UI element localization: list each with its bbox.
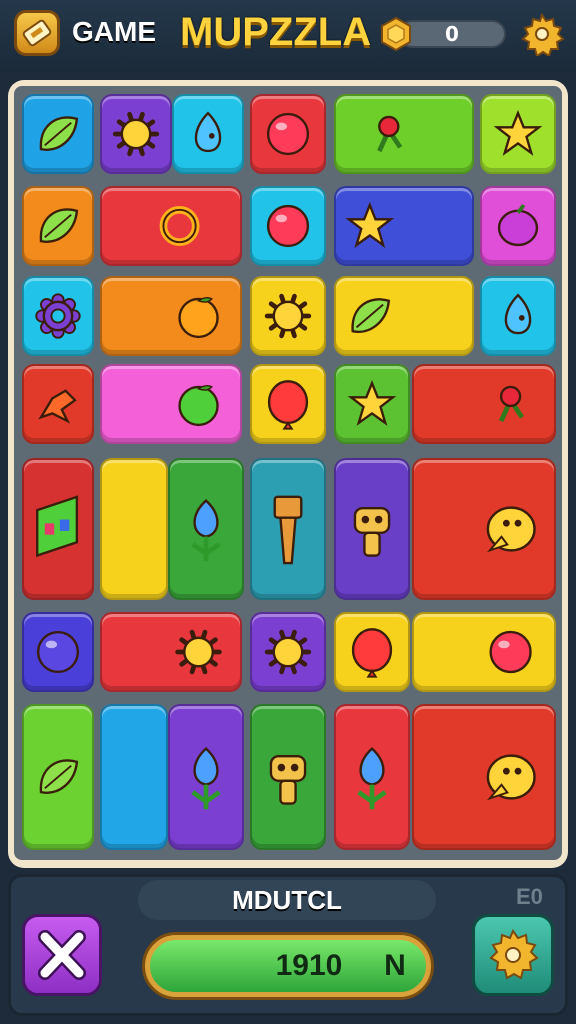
- puzzle-tile[interactable]: [480, 186, 556, 266]
- puzzle-tile[interactable]: [334, 704, 410, 850]
- apple-icon: [178, 384, 219, 427]
- puzzle-tile[interactable]: [100, 364, 242, 444]
- bird-icon: [38, 389, 77, 424]
- cherry-icon: [377, 115, 403, 153]
- sun-icon: [112, 111, 160, 157]
- ball-icon: [489, 630, 532, 674]
- puzzle-tile[interactable]: [250, 364, 326, 444]
- berry-icon: [497, 204, 539, 247]
- puzzle-tile[interactable]: [480, 94, 556, 174]
- puzzle-tile[interactable]: [22, 276, 94, 356]
- puzzle-tile[interactable]: [480, 276, 556, 356]
- puzzle-tile[interactable]: [250, 458, 326, 600]
- puzzle-tile[interactable]: [22, 364, 94, 444]
- gear-icon: [489, 928, 539, 980]
- drop-icon: [504, 293, 532, 335]
- ring-icon: [159, 206, 200, 246]
- game-title: MUPZZLA: [180, 10, 372, 54]
- puzzle-tile[interactable]: [250, 94, 326, 174]
- score-unit: N: [384, 949, 406, 982]
- leaf-icon: [351, 298, 391, 334]
- puzzle-tile[interactable]: [22, 704, 94, 850]
- star-icon: [493, 109, 543, 156]
- robot-icon: [269, 754, 307, 805]
- chick-icon: [486, 506, 536, 553]
- puzzle-tile[interactable]: [22, 94, 94, 174]
- flower-icon: [191, 498, 221, 562]
- ticket-icon[interactable]: [14, 10, 60, 56]
- game-label: GAME: [72, 16, 156, 47]
- puzzle-tile[interactable]: [334, 458, 410, 600]
- puzzle-tile[interactable]: [334, 276, 474, 356]
- sun-icon: [175, 629, 222, 675]
- puzzle-tile[interactable]: [168, 704, 244, 850]
- close-button[interactable]: [22, 914, 102, 996]
- leaf-icon: [39, 208, 79, 243]
- gear-icon[interactable]: [520, 12, 564, 56]
- robot-icon: [353, 506, 391, 557]
- puzzle-tile[interactable]: [412, 612, 556, 692]
- puzzle-tile[interactable]: [22, 612, 94, 692]
- puzzle-tile[interactable]: [100, 186, 242, 266]
- puzzle-tile[interactable]: [100, 704, 168, 850]
- ball-icon: [266, 204, 310, 248]
- drop-icon: [194, 111, 222, 153]
- orb-icon: [36, 630, 80, 674]
- flower-icon: [357, 746, 387, 810]
- puzzle-tile[interactable]: [250, 704, 326, 850]
- puzzle-tile[interactable]: [250, 276, 326, 356]
- puzzle-tile[interactable]: [334, 612, 410, 692]
- puzzle-tile[interactable]: [412, 364, 556, 444]
- coin-counter: 0: [378, 16, 508, 52]
- sun-icon: [264, 629, 312, 675]
- coin-count: 0: [445, 22, 459, 46]
- chick-icon: [486, 754, 536, 801]
- puzzle-tile[interactable]: [250, 612, 326, 692]
- star-icon: [347, 379, 397, 426]
- puzzle-tile[interactable]: [334, 186, 474, 266]
- leaf-icon: [39, 759, 79, 794]
- flag-icon: [36, 495, 79, 558]
- gear-icon: [35, 293, 81, 339]
- puzzle-tile[interactable]: [22, 186, 94, 266]
- flower-icon: [191, 746, 221, 810]
- puzzle-tile[interactable]: [100, 276, 242, 356]
- hammer-icon: [273, 495, 303, 565]
- puzzle-tile[interactable]: [100, 94, 172, 174]
- corner-label: E0: [516, 884, 543, 909]
- puzzle-tile[interactable]: [412, 704, 556, 850]
- coin-icon: [381, 16, 411, 52]
- tile-grid: [14, 86, 562, 860]
- puzzle-tile[interactable]: [250, 186, 326, 266]
- puzzle-tile[interactable]: [334, 94, 474, 174]
- settings-button[interactable]: [472, 914, 554, 996]
- puzzle-tile[interactable]: [334, 364, 410, 444]
- top-bar: GAME MUPZZLA 0: [0, 0, 576, 72]
- leaf-icon: [39, 116, 79, 151]
- score-value: 1910: [275, 949, 343, 982]
- puzzle-tile[interactable]: [412, 458, 556, 600]
- puzzle-tile[interactable]: [168, 458, 244, 600]
- close-icon: [38, 930, 86, 980]
- balloon-icon: [351, 628, 393, 678]
- star-icon: [345, 201, 395, 248]
- cherry-icon: [498, 385, 524, 423]
- puzzle-tile[interactable]: [22, 458, 94, 600]
- puzzle-tile[interactable]: [172, 94, 244, 174]
- puzzle-tile[interactable]: [100, 612, 242, 692]
- mode-label: MDUTCL: [232, 885, 342, 915]
- sun-icon: [264, 293, 312, 339]
- balloon-icon: [267, 380, 309, 430]
- orange-icon: [178, 296, 219, 339]
- ball-icon: [266, 112, 310, 156]
- puzzle-tile[interactable]: [100, 458, 168, 600]
